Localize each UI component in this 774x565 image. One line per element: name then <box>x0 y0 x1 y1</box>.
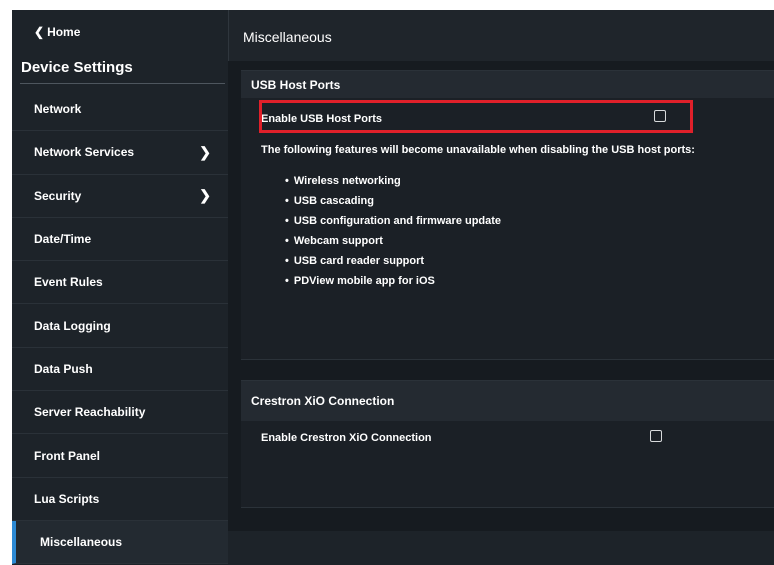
list-item: Webcam support <box>285 231 501 251</box>
sidebar-nav: Network Network Services ❯ Security ❯ Da… <box>12 88 228 565</box>
list-item: USB card reader support <box>285 251 501 271</box>
sidebar-item-miscellaneous[interactable]: Miscellaneous <box>12 520 228 565</box>
sidebar-item-label: Data Logging <box>34 318 111 333</box>
chevron-right-icon: ❯ <box>199 143 211 160</box>
xio-setting-label: Enable Crestron XiO Connection <box>261 432 432 444</box>
sidebar-item-label: Event Rules <box>34 275 103 290</box>
sidebar-item-date-time[interactable]: Date/Time <box>12 218 228 262</box>
crestron-xio-panel: Crestron XiO Connection Enable Crestron … <box>241 380 774 508</box>
sidebar-item-server-reachability[interactable]: Server Reachability <box>12 391 228 435</box>
usb-host-ports-panel: USB Host Ports Enable USB Host Ports The… <box>241 70 774 360</box>
sidebar: ❮ Home Device Settings Network Network S… <box>12 10 228 565</box>
sidebar-item-front-panel[interactable]: Front Panel <box>12 434 228 478</box>
highlight-box <box>259 100 693 133</box>
panel-header: Crestron XiO Connection <box>241 381 774 421</box>
list-item: USB cascading <box>285 191 501 211</box>
sidebar-item-label: Data Push <box>34 361 93 376</box>
footer-bar <box>228 531 774 565</box>
app-window: ❮ Home Device Settings Network Network S… <box>12 10 774 565</box>
sidebar-item-label: Network Services <box>34 145 135 160</box>
sidebar-item-security[interactable]: Security ❯ <box>12 175 228 218</box>
sidebar-item-data-push[interactable]: Data Push <box>12 348 228 392</box>
list-item: Wireless networking <box>285 171 501 191</box>
sidebar-item-lua-scripts[interactable]: Lua Scripts <box>12 478 228 521</box>
sidebar-item-network[interactable]: Network <box>12 88 228 132</box>
home-link[interactable]: ❮ Home <box>34 25 80 39</box>
sidebar-item-network-services[interactable]: Network Services ❯ <box>12 131 228 175</box>
sidebar-item-label: Lua Scripts <box>34 491 100 506</box>
sidebar-item-label: Network <box>34 102 82 117</box>
list-item: PDView mobile app for iOS <box>285 271 501 291</box>
panel-header: USB Host Ports <box>241 71 774 98</box>
sidebar-item-label: Security <box>34 188 82 203</box>
sidebar-item-event-rules[interactable]: Event Rules <box>12 261 228 305</box>
sidebar-item-label: Miscellaneous <box>40 535 123 550</box>
sidebar-item-data-logging[interactable]: Data Logging <box>12 304 228 348</box>
feature-list: Wireless networking USB cascading USB co… <box>285 171 501 291</box>
page-title: Miscellaneous <box>243 29 332 45</box>
list-item: USB configuration and firmware update <box>285 211 501 231</box>
home-label: Home <box>47 25 81 39</box>
enable-crestron-xio-checkbox[interactable] <box>650 430 662 442</box>
sidebar-item-label: Front Panel <box>34 448 101 463</box>
chevron-right-icon: ❯ <box>199 187 211 204</box>
info-text: The following features will become unava… <box>261 144 695 156</box>
main-content: Miscellaneous USB Host Ports Enable USB … <box>228 10 774 565</box>
sidebar-item-label: Server Reachability <box>34 405 146 420</box>
sidebar-item-label: Date/Time <box>34 232 92 247</box>
page-header: Miscellaneous <box>228 10 774 61</box>
divider <box>20 83 225 84</box>
chevron-left-icon: ❮ <box>34 25 45 39</box>
sidebar-title: Device Settings <box>21 59 133 76</box>
